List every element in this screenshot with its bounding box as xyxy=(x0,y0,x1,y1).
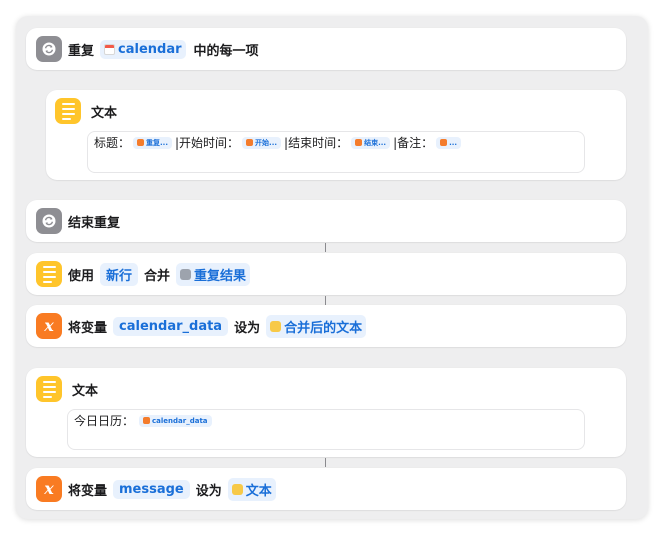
note-token[interactable]: ... xyxy=(436,136,462,149)
repeat-icon xyxy=(36,36,62,62)
end-time-token[interactable]: 结束... xyxy=(351,136,391,149)
variable-icon xyxy=(143,417,151,424)
calendar-icon xyxy=(104,43,116,55)
calendar-event-icon xyxy=(246,139,254,146)
action-text-1[interactable]: 文本 标题： 重复... |开始时间： 开始... |结束时间： 结束... |… xyxy=(46,90,626,180)
start-label: |开始时间： xyxy=(175,136,240,150)
action-text-2[interactable]: 文本 今日日历： calendar_data xyxy=(26,368,626,457)
repeat-results-icon xyxy=(180,268,192,280)
variable-x-icon: x xyxy=(36,313,62,339)
text-token-icon xyxy=(270,320,282,332)
combined-text-name: 合并后的文本 xyxy=(284,320,363,336)
variable-x-icon: x xyxy=(36,476,62,502)
set-to-label: 设为 xyxy=(234,320,261,336)
text-lines-icon xyxy=(55,98,81,124)
title-token-text: 重复... xyxy=(146,138,168,147)
set-to-label: 设为 xyxy=(195,483,222,499)
set-variable-label: 将变量 xyxy=(68,483,108,499)
end-label: |结束时间： xyxy=(284,136,349,150)
action-repeat-each[interactable]: 重复 calendar 中的每一项 xyxy=(26,28,626,70)
note-label: |备注： xyxy=(393,136,434,150)
start-time-token[interactable]: 开始... xyxy=(242,136,282,149)
text-lines-icon xyxy=(36,376,62,402)
repeat-results-token[interactable]: 重复结果 xyxy=(176,262,251,286)
note-token-text: ... xyxy=(449,138,458,147)
calendar-data-token-text: calendar_data xyxy=(152,416,208,425)
calendar-event-icon xyxy=(440,139,448,146)
action-end-repeat[interactable]: 结束重复 xyxy=(26,200,626,242)
today-calendar-label: 今日日历： xyxy=(74,414,135,428)
action-connector xyxy=(324,458,326,467)
variable-name-token[interactable]: message xyxy=(113,479,190,499)
repeat-suffix: 中的每一项 xyxy=(193,43,259,59)
text-1-content-field[interactable]: 标题： 重复... |开始时间： 开始... |结束时间： 结束... |备注：… xyxy=(87,131,585,173)
text-lines-icon xyxy=(36,261,62,287)
text-2-content-field[interactable]: 今日日历： calendar_data xyxy=(67,409,585,450)
calendar-event-icon xyxy=(355,139,363,146)
repeat-icon xyxy=(36,208,62,234)
calendar-variable-name: calendar xyxy=(118,41,182,57)
end-token-text: 结束... xyxy=(364,138,387,147)
action-set-variable-1[interactable]: x 将变量 calendar_data 设为 合并后的文本 xyxy=(26,305,626,347)
separator-token[interactable]: 新行 xyxy=(100,262,139,286)
text-result-token[interactable]: 文本 xyxy=(227,477,276,501)
text-result-name: 文本 xyxy=(245,483,272,499)
action-connector xyxy=(324,296,326,305)
end-repeat-label: 结束重复 xyxy=(68,215,121,231)
text-token-icon xyxy=(231,483,243,495)
action-combine-text[interactable]: 使用 新行 合并 重复结果 xyxy=(26,253,626,295)
repeat-item-title-token[interactable]: 重复... xyxy=(133,136,172,149)
title-label: 标题： xyxy=(94,136,131,150)
text-action-label: 文本 xyxy=(91,105,118,121)
variable-name-token[interactable]: calendar_data xyxy=(113,316,229,336)
start-token-text: 开始... xyxy=(255,138,278,147)
calendar-data-token[interactable]: calendar_data xyxy=(139,414,212,427)
action-set-variable-2[interactable]: x 将变量 message 设为 文本 xyxy=(26,468,626,510)
text-action-label: 文本 xyxy=(72,383,99,399)
calendar-event-icon xyxy=(137,139,145,146)
repeat-label: 重复 xyxy=(68,43,95,59)
set-variable-label: 将变量 xyxy=(68,320,108,336)
combined-text-token[interactable]: 合并后的文本 xyxy=(266,314,367,338)
calendar-variable-token[interactable]: calendar xyxy=(100,39,186,59)
action-connector xyxy=(324,243,326,252)
combine-label: 合并 xyxy=(144,268,171,284)
repeat-results-name: 重复结果 xyxy=(194,268,247,284)
use-label: 使用 xyxy=(68,268,95,284)
